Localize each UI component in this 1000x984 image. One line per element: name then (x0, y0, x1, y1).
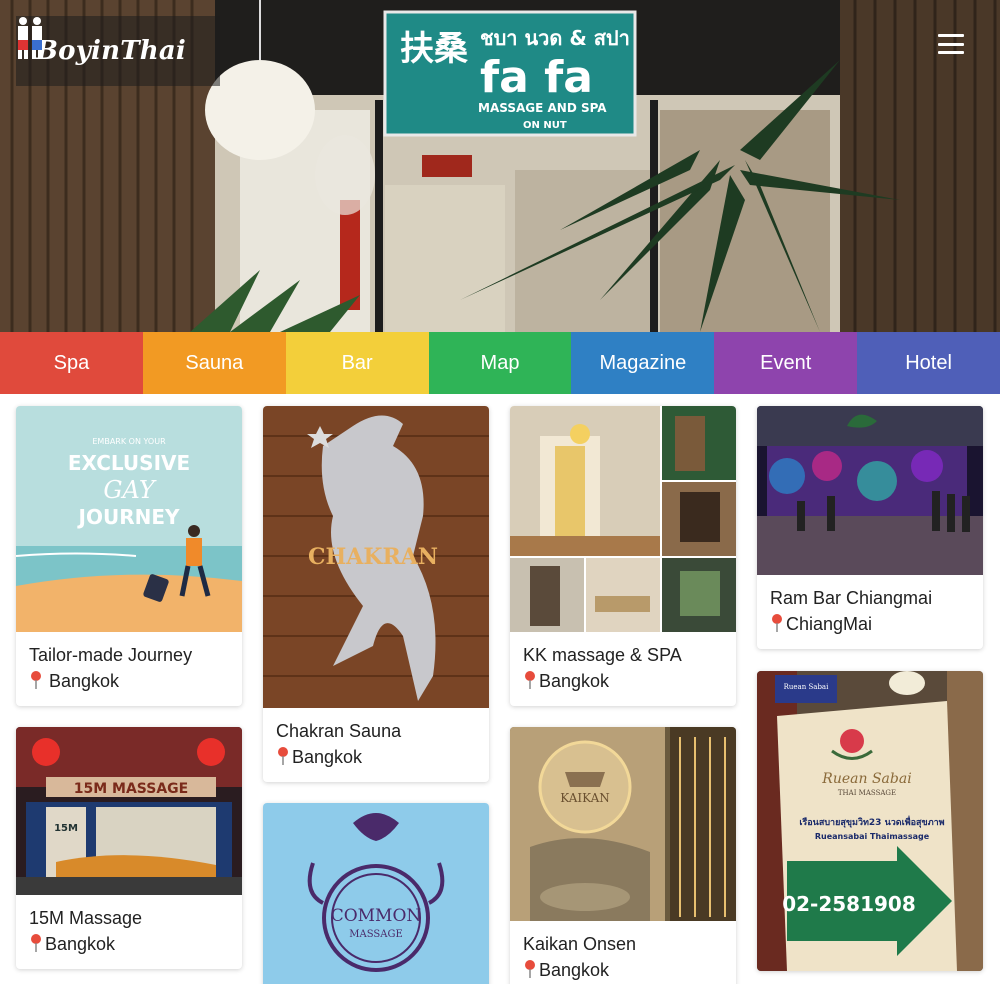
svg-text:15M MASSAGE: 15M MASSAGE (74, 781, 188, 797)
svg-text:ON NUT: ON NUT (523, 120, 567, 131)
card-image: Ruean Sabai Ruean Sabai THAI MASSAGE เรื… (757, 671, 983, 971)
card-location: Bangkok (29, 668, 229, 694)
listing-card[interactable]: EMBARK ON YOUR EXCLUSIVE GAY JOURNEY Tai… (16, 406, 242, 706)
card-title: 15M Massage (29, 908, 143, 928)
location-pin-icon (276, 746, 290, 768)
location-pin-icon (29, 670, 43, 692)
svg-text:JOURNEY: JOURNEY (77, 505, 180, 529)
card-location-text: Bangkok (539, 671, 610, 691)
card-image: COMMON MASSAGE (263, 803, 489, 984)
card-title: Tailor-made Journey (29, 645, 193, 665)
svg-text:KAIKAN: KAIKAN (560, 791, 610, 805)
svg-text:CHAKRAN: CHAKRAN (308, 544, 438, 570)
svg-text:MASSAGE AND SPA: MASSAGE AND SPA (478, 101, 607, 115)
location-pin-icon (523, 959, 537, 981)
card-title: Chakran Sauna (276, 721, 402, 741)
svg-text:Ruean Sabai: Ruean Sabai (784, 683, 829, 691)
card-image: CHAKRAN (263, 406, 489, 708)
card-title: Ram Bar Chiangmai (770, 588, 933, 608)
nav-hotel[interactable]: Hotel (857, 332, 1000, 394)
location-pin-icon (523, 670, 537, 692)
listing-card[interactable]: CHAKRAN Chakran Sauna Bangkok (263, 406, 489, 782)
location-pin-icon (29, 933, 43, 955)
card-location-text: Bangkok (292, 747, 363, 767)
listing-card[interactable]: KK massage & SPA Bangkok (510, 406, 736, 706)
svg-text:ชบา นวด & สปา: ชบา นวด & สปา (480, 26, 630, 50)
category-nav: Spa Sauna Bar Map Magazine Event Hotel (0, 332, 1000, 394)
svg-text:fa fa: fa fa (480, 52, 593, 103)
nav-map[interactable]: Map (428, 332, 572, 394)
nav-spa[interactable]: Spa (0, 332, 143, 394)
card-location: Bangkok (523, 668, 723, 694)
listing-card[interactable]: COMMON MASSAGE (263, 803, 489, 984)
card-location: ChiangMai (770, 611, 970, 637)
card-location: Bangkok (276, 744, 476, 770)
svg-text:Ruean Sabai: Ruean Sabai (821, 771, 911, 787)
svg-text:EXCLUSIVE: EXCLUSIVE (68, 451, 190, 475)
card-location: Bangkok (29, 931, 229, 957)
listing-grid: EMBARK ON YOUR EXCLUSIVE GAY JOURNEY Tai… (0, 394, 1000, 984)
menu-icon[interactable] (938, 34, 964, 54)
listing-card[interactable]: Ruean Sabai Ruean Sabai THAI MASSAGE เรื… (757, 671, 983, 971)
nav-magazine[interactable]: Magazine (571, 332, 715, 394)
card-location-text: Bangkok (49, 671, 120, 691)
svg-text:02-2581908: 02-2581908 (782, 892, 916, 916)
card-title: Kaikan Onsen (523, 934, 637, 954)
card-image (757, 406, 983, 575)
card-location: Bangkok (523, 957, 723, 983)
card-location-text: Bangkok (539, 960, 610, 980)
card-image: 15M MASSAGE 15M (16, 727, 242, 895)
card-image: EMBARK ON YOUR EXCLUSIVE GAY JOURNEY (16, 406, 242, 632)
brand-name: BoyinThai (36, 36, 186, 66)
svg-text:15M: 15M (54, 823, 78, 834)
card-location-text: Bangkok (45, 934, 116, 954)
card-title: KK massage & SPA (523, 645, 682, 665)
card-image (510, 406, 736, 632)
listing-card[interactable]: KAIKAN Kaikan Onsen Bangkok (510, 727, 736, 984)
listing-card[interactable]: Ram Bar Chiangmai ChiangMai (757, 406, 983, 649)
nav-bar[interactable]: Bar (285, 332, 429, 394)
listing-card[interactable]: 15M MASSAGE 15M 15M Massage Bangkok (16, 727, 242, 969)
svg-text:EMBARK ON YOUR: EMBARK ON YOUR (92, 437, 166, 446)
location-pin-icon (770, 613, 784, 635)
svg-text:THAI MASSAGE: THAI MASSAGE (838, 789, 896, 797)
svg-text:Rueansabai Thaimassage: Rueansabai Thaimassage (815, 832, 930, 841)
nav-sauna[interactable]: Sauna (142, 332, 286, 394)
svg-text:COMMON: COMMON (331, 906, 422, 926)
svg-text:MASSAGE: MASSAGE (349, 929, 403, 940)
brand-logo[interactable]: BoyinThai (16, 16, 220, 86)
nav-event[interactable]: Event (714, 332, 858, 394)
svg-text:GAY: GAY (103, 476, 157, 504)
hero-banner: 扶桑 ชบา นวด & สปา fa fa MASSAGE AND SPA O… (0, 0, 1000, 332)
svg-text:扶桑: 扶桑 (400, 29, 468, 69)
card-location-text: ChiangMai (786, 614, 873, 634)
card-image: KAIKAN (510, 727, 736, 921)
